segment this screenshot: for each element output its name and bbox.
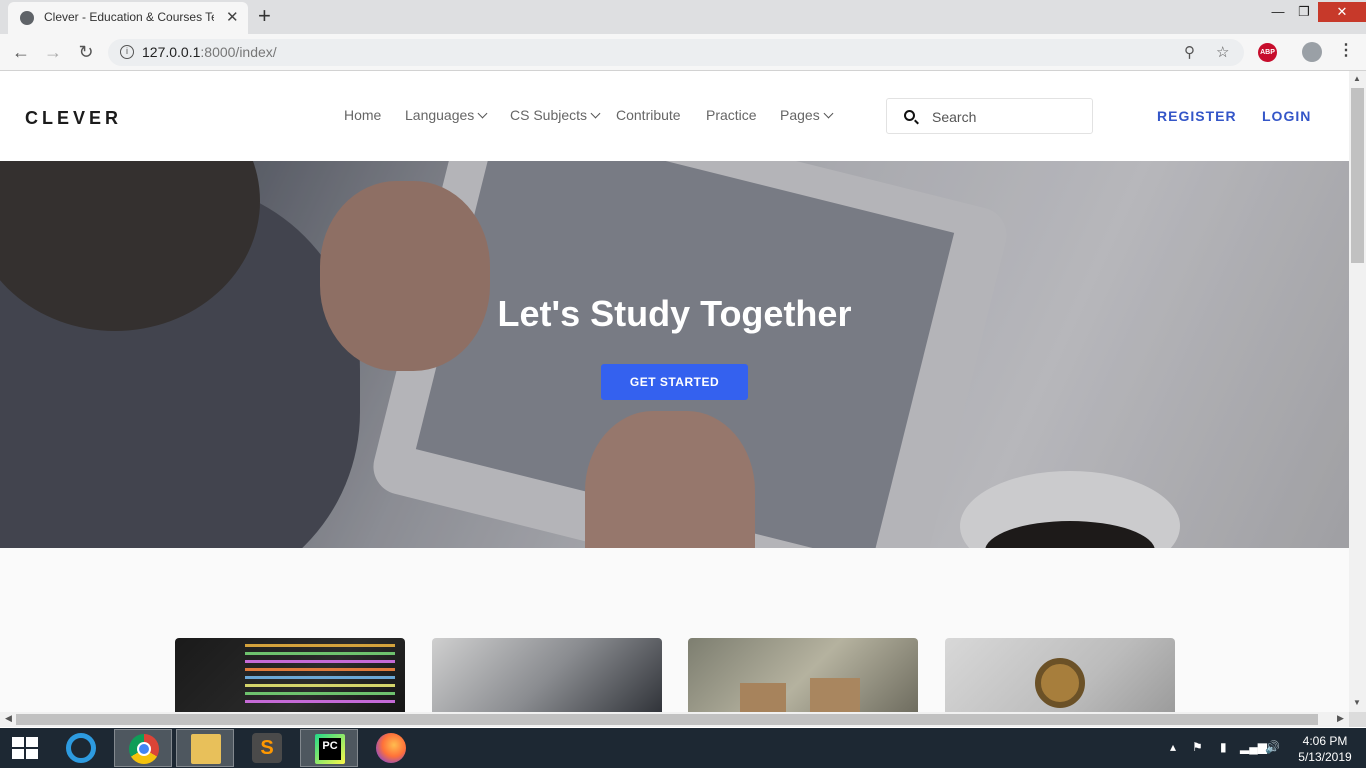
volume-icon[interactable]: 🔊 [1265,740,1280,754]
nav-practice[interactable]: Practice [706,107,757,123]
firefox-icon [376,733,406,763]
windows-start-icon[interactable] [12,737,38,759]
back-arrow-icon[interactable]: ← [9,41,33,63]
sublime-text-icon: S [252,733,282,763]
search-box [886,98,1093,134]
url-text: 127.0.0.1:8000/index/ [142,44,277,60]
clock-date: 5/13/2019 [1298,750,1352,764]
taskbar: S ▴ ⚑ ▮ ▂▄▆ 🔊 4:06 PM 5/13/2019 [0,728,1366,768]
taskbar-internet-explorer[interactable] [52,729,110,767]
network-signal-icon[interactable]: ▂▄▆ [1240,740,1267,754]
search-input[interactable] [932,107,1082,127]
web-page: CLEVER Home Languages CS Subjects Contri… [0,71,1349,712]
taskbar-chrome[interactable] [114,729,172,767]
site-logo[interactable]: CLEVER [25,108,122,129]
nav-languages[interactable]: Languages [405,107,488,123]
taskbar-pycharm[interactable] [300,729,358,767]
tab-title: Clever - Education & Courses Te [44,10,214,24]
nav-cs-subjects[interactable]: CS Subjects [510,107,601,123]
search-icon[interactable] [904,110,915,121]
internet-explorer-icon [66,733,96,763]
scroll-left-arrow-icon[interactable]: ◀ [5,713,12,724]
show-hidden-icons-icon[interactable]: ▴ [1170,740,1176,754]
battery-icon[interactable]: ▮ [1220,740,1227,754]
get-started-button[interactable]: GET STARTED [601,364,748,400]
clock-time: 4:06 PM [1302,734,1348,748]
vertical-scroll-thumb[interactable] [1351,88,1364,263]
globe-icon [20,11,34,25]
taskbar-firefox[interactable] [362,729,420,767]
new-tab-button[interactable]: + [258,3,271,29]
taskbar-sublime-text[interactable]: S [238,729,296,767]
zoom-icon[interactable]: ⚲ [1184,43,1195,61]
file-explorer-icon [191,734,221,764]
course-card-image[interactable] [688,638,918,712]
course-card-image[interactable] [432,638,662,712]
horizontal-scroll-thumb[interactable] [16,714,1318,725]
close-tab-icon[interactable]: ✕ [226,8,239,26]
site-info-icon[interactable]: i [120,45,134,59]
profile-avatar-icon[interactable] [1302,42,1322,62]
hero-title: Let's Study Together [497,293,852,334]
forward-arrow-icon[interactable]: → [41,41,65,63]
close-window-button[interactable]: ✕ [1318,2,1366,22]
chevron-down-icon [823,108,834,119]
adblock-extension-icon[interactable]: ABP [1258,43,1277,62]
address-bar[interactable]: i 127.0.0.1:8000/index/ ⚲ ☆ [108,39,1244,66]
hero-banner: Let's Study Together GET STARTED [0,161,1349,548]
browser-tab-strip: Clever - Education & Courses Te ✕ + — ❐ … [0,0,1366,34]
browser-tab[interactable]: Clever - Education & Courses Te ✕ [8,2,248,34]
register-link[interactable]: REGISTER [1157,108,1237,124]
reload-icon[interactable]: ↻ [74,41,98,63]
course-card-image[interactable] [945,638,1175,712]
scroll-down-arrow-icon[interactable]: ▼ [1353,698,1361,707]
bookmark-star-icon[interactable]: ☆ [1216,43,1229,61]
scroll-right-arrow-icon[interactable]: ▶ [1337,713,1344,724]
action-center-flag-icon[interactable]: ⚑ [1192,740,1203,754]
login-link[interactable]: LOGIN [1262,108,1311,124]
system-clock[interactable]: 4:06 PM 5/13/2019 [1296,733,1354,765]
browser-menu-icon[interactable]: ⋮ [1338,40,1354,60]
browser-toolbar: ← → ↻ i 127.0.0.1:8000/index/ ⚲ ☆ ABP ⋮ [0,34,1366,71]
nav-home[interactable]: Home [344,107,381,123]
horizontal-scrollbar[interactable]: ◀ ▶ [0,712,1349,727]
scroll-up-arrow-icon[interactable]: ▲ [1353,74,1361,83]
site-header: CLEVER Home Languages CS Subjects Contri… [0,71,1349,161]
course-card-image[interactable] [175,638,405,712]
vertical-scrollbar[interactable]: ▲ ▼ [1349,71,1366,712]
pycharm-icon [315,734,345,764]
chrome-icon [129,734,159,764]
chevron-down-icon [590,108,601,119]
nav-contribute[interactable]: Contribute [616,107,681,123]
nav-pages[interactable]: Pages [780,107,834,123]
chevron-down-icon [477,108,488,119]
taskbar-file-explorer[interactable] [176,729,234,767]
